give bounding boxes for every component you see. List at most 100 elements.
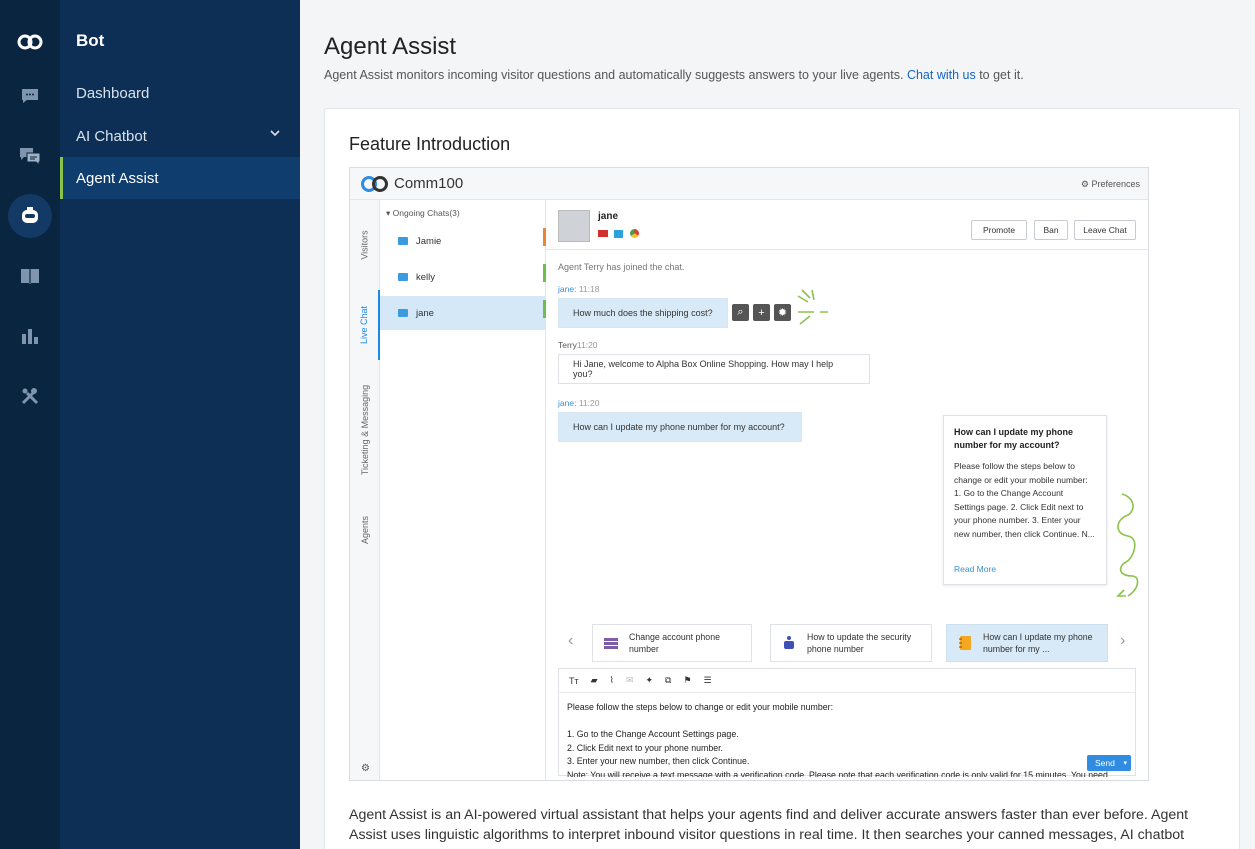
leave-chat-button: Leave Chat — [1074, 220, 1136, 240]
chat-bubble-icon[interactable] — [0, 74, 60, 118]
bar-chart-icon[interactable] — [0, 314, 60, 358]
chat-icon — [398, 309, 408, 317]
agent-message: Hi Jane, welcome to Alpha Box Online Sho… — [558, 354, 870, 384]
subnav-title: Bot — [76, 31, 105, 50]
card-title: Feature Introduction — [349, 134, 511, 154]
subnav-item-agent-assist[interactable]: Agent Assist — [60, 157, 300, 199]
subnav-item-label: Agent Assist — [76, 169, 159, 187]
screenshot-header: Comm100 ⚙ Preferences — [350, 168, 1148, 200]
subnav-item-label: Dashboard — [76, 84, 150, 102]
editor-toolbar: Tт ▰ ⌇ ✉ ✦ ⧉ ⚑ ☰ — [559, 669, 1135, 693]
logo-icon[interactable] — [0, 20, 60, 64]
suggestion-text: How to update the security phone number — [807, 632, 912, 654]
caret-down-icon: ▾ — [1123, 760, 1127, 767]
message-author: Terry — [558, 340, 577, 350]
message-time: 11:18 — [578, 284, 600, 294]
tools-icon[interactable] — [0, 374, 60, 418]
subnav-item-dashboard[interactable]: Dashboard — [60, 72, 300, 114]
gear-icon: ⚙ — [1080, 179, 1092, 189]
message-meta: jane: 11:20 — [558, 398, 599, 408]
list-icon: ☰ — [703, 675, 712, 685]
ban-button: Ban — [1034, 220, 1068, 240]
flag-tool-icon: ⚑ — [683, 675, 692, 685]
subnav-item-label: AI Chatbot — [76, 127, 147, 145]
plus-icon: + — [753, 304, 770, 321]
transfer-icon: ⧉ — [665, 675, 672, 685]
tab-label: Visitors — [360, 230, 370, 260]
notebook-icon — [959, 636, 971, 650]
preferences-label: Preferences — [1091, 179, 1140, 189]
message-editor: Tт ▰ ⌇ ✉ ✦ ⧉ ⚑ ☰ Please follow the steps… — [558, 668, 1136, 777]
ongoing-chats-header: ▾ Ongoing Chats(3) — [386, 208, 460, 218]
ongoing-chats-label: Ongoing Chats(3) — [392, 208, 460, 218]
feature-card: Feature Introduction Comm100 ⚙ Preferenc… — [324, 108, 1240, 849]
visitor-message: How can I update my phone number for my … — [558, 412, 802, 442]
message-author: jane: — [558, 398, 577, 408]
visitor-name: jane — [598, 211, 619, 222]
suggestion-card-highlighted: How can I update my phone number for my … — [946, 624, 1108, 662]
bot-icon[interactable] — [0, 194, 60, 238]
comm100-logo-icon — [361, 176, 388, 192]
system-message: Agent Terry has joined the chat. — [558, 262, 685, 272]
curly-arrow-icon — [1116, 493, 1139, 597]
prev-arrow-icon: ‹ — [568, 632, 574, 649]
tab-label: Agents — [360, 515, 370, 545]
windows-icon — [614, 230, 623, 238]
text-format-icon: Tт — [569, 675, 579, 686]
bot-subnav: Bot Dashboard AI Chatbot Agent Assist — [60, 0, 300, 849]
popup-answer: Please follow the steps below to change … — [954, 461, 1095, 539]
preferences-link: ⚙ Preferences — [1081, 179, 1140, 190]
chat-row: jane — [380, 296, 546, 330]
message-author: jane: — [558, 284, 577, 294]
visitor-message: How much does the shipping cost? — [558, 298, 728, 328]
icon-rail — [0, 0, 60, 849]
message-time: 11:20 — [578, 398, 600, 408]
email-icon: ✉ — [625, 675, 634, 685]
chat-row: Jamie — [380, 224, 546, 258]
bulb-icon: ✹ — [774, 304, 791, 321]
vertical-tabs: Visitors Live Chat Ticketing & Messaging… — [350, 200, 380, 780]
conversation-header: jane Promote Ban Leave Chat — [546, 200, 1148, 250]
chevron-down-icon — [270, 130, 280, 137]
read-more-link: Read More — [954, 564, 997, 574]
canned-message-icon: ▰ — [590, 675, 598, 685]
chat-name: jane — [416, 307, 434, 319]
chat-icon — [398, 273, 408, 281]
next-arrow-icon: › — [1120, 632, 1126, 649]
suggestion-popup: How can I update my phone number for my … — [943, 415, 1107, 585]
tab-agents: Agents — [350, 495, 380, 565]
feature-description: Agent Assist is an AI-powered virtual as… — [349, 807, 1189, 849]
tab-live-chat: Live Chat — [350, 290, 380, 360]
send-label: Send — [1095, 758, 1115, 768]
send-button: Send ▾ — [1087, 755, 1131, 771]
chat-list: ▾ Ongoing Chats(3) Jamie kelly jane — [380, 200, 546, 780]
messages-icon[interactable] — [0, 134, 60, 178]
message-meta: jane: 11:18 — [558, 284, 599, 294]
message-time: 11:20 — [576, 340, 598, 350]
chat-name: kelly — [416, 271, 436, 283]
main-content: Agent Assist Agent Assist monitors incom… — [300, 0, 1255, 849]
message-meta: Terry11:20 — [558, 340, 598, 350]
chat-name: Jamie — [416, 235, 442, 247]
subnav-item-ai-chatbot[interactable]: AI Chatbot — [60, 115, 300, 157]
book-icon[interactable] — [0, 254, 60, 298]
tab-label: Live Chat — [359, 305, 369, 345]
tab-ticketing: Ticketing & Messaging — [350, 365, 380, 495]
chat-with-us-link[interactable]: Chat with us — [907, 68, 976, 82]
attach-icon: ⌇ — [609, 675, 614, 685]
page-description: Agent Assist monitors incoming visitor q… — [324, 68, 1024, 82]
page-title: Agent Assist — [324, 33, 457, 60]
tab-label: Ticketing & Messaging — [360, 384, 370, 476]
promote-button: Promote — [971, 220, 1027, 240]
page-description-text: Agent Assist monitors incoming visitor q… — [324, 68, 904, 82]
chat-icon — [398, 237, 408, 245]
tab-visitors: Visitors — [350, 210, 380, 280]
suggestion-text: How can I update my phone number for my … — [983, 632, 1093, 654]
brand-name: Comm100 — [394, 175, 464, 192]
feature-screenshot: Comm100 ⚙ Preferences Visitors Live Chat… — [349, 167, 1149, 781]
chat-row: kelly — [380, 260, 546, 294]
highlight-burst-icon — [797, 289, 828, 325]
suggestion-card: How to update the security phone number — [770, 624, 932, 662]
avatar — [558, 210, 590, 242]
popup-question: How can I update my phone number for my … — [954, 427, 1074, 450]
